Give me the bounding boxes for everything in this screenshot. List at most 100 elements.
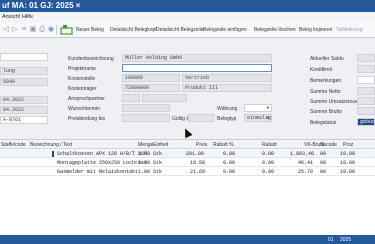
gueltig-bis-field[interactable] [188,114,214,122]
status-ma: 01 [328,237,334,243]
row-selection-marker [52,151,54,157]
col-proz[interactable]: Proz [343,142,353,148]
kostentraeger-name-field: Produkt III [182,84,272,92]
toolbar-divider [56,25,57,35]
cell-proz[interactable]: 19.00 [340,160,355,166]
menu-bar: Ansicht Hilfe [0,12,375,22]
wunschtermin-field[interactable] [122,104,170,112]
kundenbezeichnung-field[interactable]: Müller Holding GmbH [122,54,272,62]
saldo-field [357,54,375,62]
kostentraeger-code-field[interactable]: 72000000 [122,84,180,92]
cell-rabatt-pct[interactable]: 0.00 [223,169,235,175]
bemerkungen-field[interactable] [357,76,375,84]
cell-vk-brutto[interactable]: 46.41 [298,160,313,166]
kostenstelle-name-field: Vertrieb [182,74,272,82]
cell-vk-brutto[interactable]: 1.003.46 [290,151,314,157]
summe-ust-field [357,97,375,105]
col-rabatt[interactable]: Rabatt [262,142,277,148]
left-field-5[interactable]: 04.2022 [0,106,48,114]
col-preis[interactable]: Preis [196,142,207,148]
window-title: uf MA: 01 GJ: 2025 × [2,1,81,10]
col-menge[interactable]: Menge [138,142,153,148]
cell-rabatt[interactable]: 0.00 [262,160,274,166]
document-lines-table: Staffelcode Bezeichnung / Text Menge Ein… [0,139,375,235]
label-summe-umsatzsteuer: Summe Umsatzsteuer [310,99,360,105]
cell-st-code[interactable]: 00 [320,151,326,157]
back-icon[interactable]: ◁ [2,26,10,34]
cell-rabatt[interactable]: 0.00 [262,151,274,157]
status-bar: 01 2025 [0,235,375,244]
delete-line-button[interactable]: Belegzeile löschen [254,27,296,33]
status-gj: 2025 [340,237,352,243]
cell-menge[interactable]: 1.00 [138,169,150,175]
cell-proz[interactable]: 19.00 [340,169,355,175]
label-kundenbezeichnung: Kundenbezeichnung [68,56,114,62]
list-icon[interactable]: ≡ [20,26,28,34]
line-detail-button[interactable]: Detailsicht Belegzeile [156,27,204,33]
print-icon[interactable]: ⎙ [38,26,46,34]
projektname-field[interactable] [122,64,272,72]
table-row[interactable]: Schaltkosten APX 120 H/B/T 165 3.00 Stk … [0,150,375,158]
partial-delivery-button[interactable]: Teillieferung [336,27,363,33]
left-field-4[interactable]: 04.2022 [0,96,48,104]
belegstatus-field: gebuc [357,118,375,126]
pin-icon[interactable]: ◉ [47,26,55,34]
cell-rabatt[interactable]: 0.00 [262,169,274,175]
cell-proz[interactable]: 19.00 [340,151,355,157]
label-summe-brutto: Summe Brutto [310,109,342,115]
menu-hilfe[interactable]: Hilfe [22,14,33,20]
col-rabatt-pct[interactable]: Rabatt % [213,142,234,148]
summe-netto-field [357,87,375,95]
label-preisbindung-bis: Preisbindung bis [68,116,105,122]
kostenstelle-code-field[interactable]: 100000 [122,74,180,82]
ansprechpartner-name-field [142,94,187,102]
cell-st-code[interactable]: 00 [320,169,326,175]
waehrung-dropdown-icon[interactable]: ▼ [266,105,270,110]
ansprechpartner-code-field[interactable] [122,94,140,102]
new-document-button[interactable]: Neuer Beleg [76,27,104,33]
cell-rabatt-pct[interactable]: 0.00 [223,160,235,166]
cell-menge[interactable]: 3.00 [138,151,150,157]
left-field-2[interactable]: lung [0,67,48,75]
cell-bezeichnung[interactable]: Schaltkosten APX 120 H/B/T 165 [57,151,147,157]
cell-st-code[interactable]: 00 [320,160,326,166]
cell-einheit[interactable]: Stk [153,151,162,157]
cell-preis[interactable]: 19.50 [190,160,205,166]
col-einheit[interactable]: Einheit [153,142,168,148]
cell-rabatt-pct[interactable]: 0.00 [223,151,235,157]
new-document-icon[interactable] [60,25,74,35]
label-belegstatus: Belegstatus [310,120,337,126]
insert-line-button[interactable]: Belegzeile einfügen [203,27,247,33]
cell-bezeichnung[interactable]: Montageplatte 250x250 Lochrast [57,160,147,166]
document-header-form: lung 5040 04.2022 04.2022 A-8761 Kundenb… [0,39,375,138]
col-st-code[interactable]: St.code [320,142,337,148]
label-wunschtermin: Wunschtermin [68,106,100,112]
label-aktueller-saldo: Aktueller Saldo [310,56,344,62]
label-belegtyp: Belegtyp [217,116,237,122]
cell-einheit[interactable]: Stk [153,160,162,166]
cell-vk-brutto[interactable]: 25.70 [298,169,313,175]
copy-document-button[interactable]: Beleg kopieren [299,27,332,33]
col-bezeichnung[interactable]: Bezeichnung / Text [30,142,72,148]
menu-ansicht[interactable]: Ansicht [2,14,20,20]
label-summe-netto: Summe Netto [310,89,341,95]
kreditlimit-field [357,65,375,73]
table-row[interactable]: Montageplatte 250x250 Lochrast 2.00 Stk … [0,159,375,167]
belegtyp-dropdown-icon[interactable]: ▼ [266,115,270,120]
cell-bezeichnung[interactable]: Gasmelder mit Relaiskontakt [57,169,138,175]
table-row[interactable]: Gasmelder mit Relaiskontakt 1.00 Stk 21.… [0,168,375,176]
cell-preis[interactable]: 21.60 [190,169,205,175]
cell-menge[interactable]: 2.00 [138,160,150,166]
preisbindung-field[interactable] [122,114,170,122]
left-field-1[interactable] [0,53,48,61]
toolbar: ◁ ▷ ≡ ▣ ⎙ ◉ Neuer Beleg Detailsicht Bele… [0,22,375,38]
cell-preis[interactable]: 281.00 [186,151,204,157]
label-waehrung: Währung [217,106,238,112]
col-staffelcode[interactable]: Staffelcode [1,142,26,148]
header-detail-button[interactable]: Detailsicht Belegkopf [110,27,157,33]
save-icon[interactable]: ▣ [29,26,37,34]
left-field-3[interactable]: 5040 [0,78,48,86]
forward-icon[interactable]: ▷ [11,26,19,34]
cell-einheit[interactable]: Stk [153,169,162,175]
left-field-6[interactable]: A-8761 [0,116,48,124]
